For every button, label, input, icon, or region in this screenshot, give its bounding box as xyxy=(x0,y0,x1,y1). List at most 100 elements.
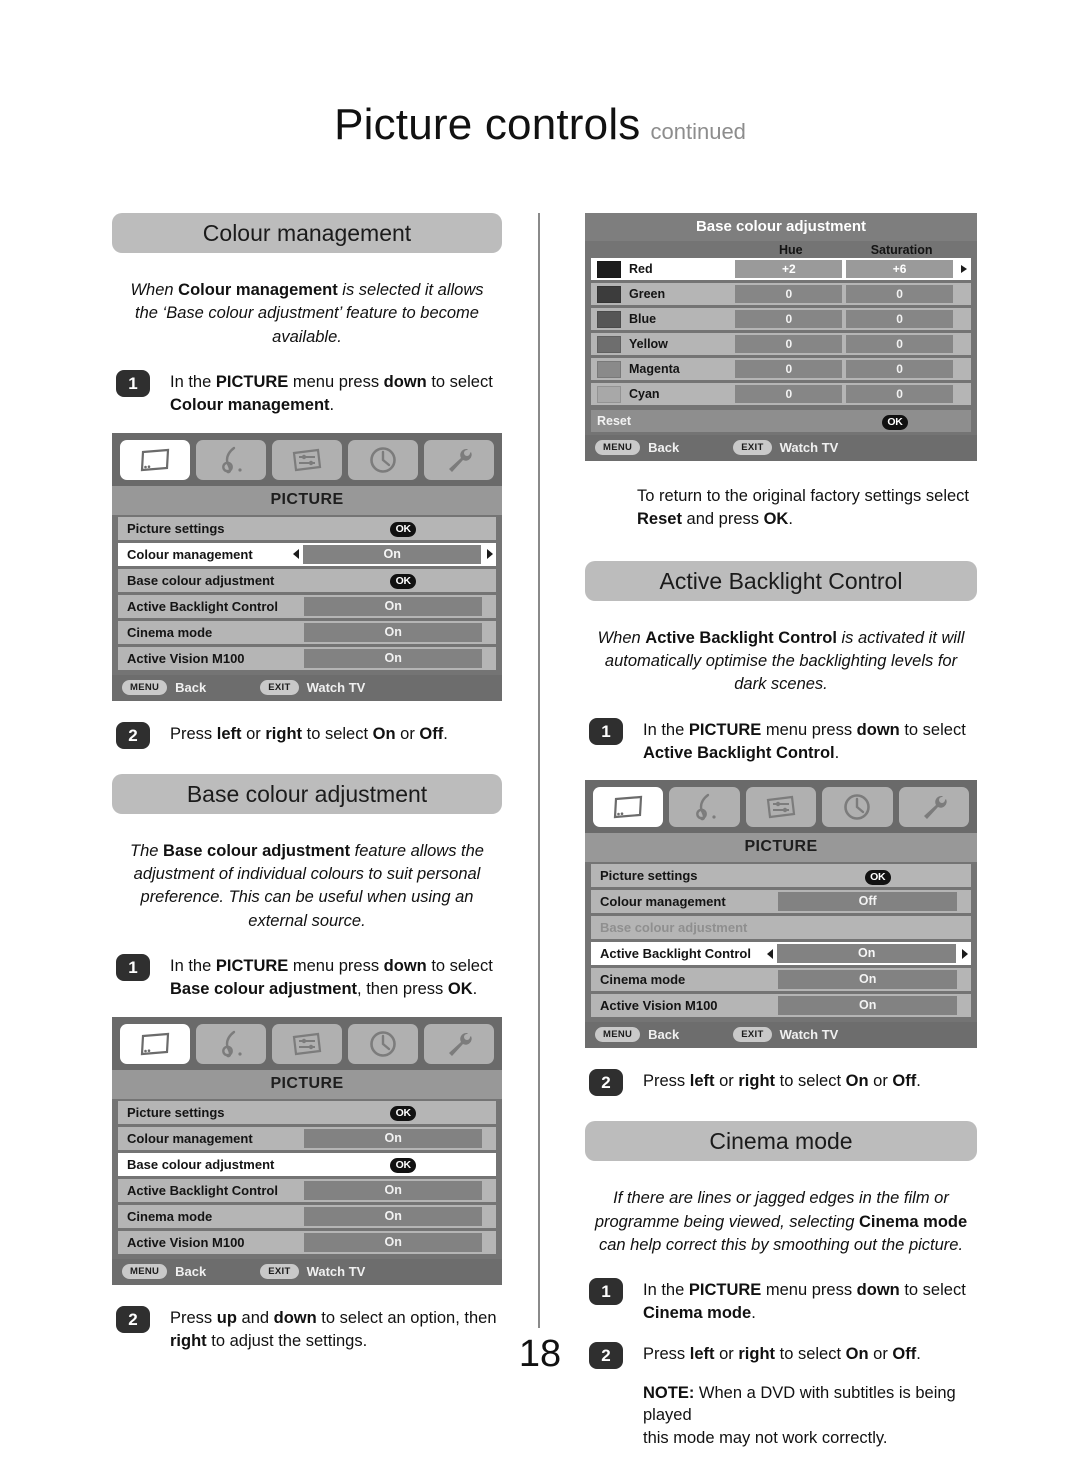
step-text: In the PICTURE menu press down to select… xyxy=(643,1281,966,1323)
sound-icon[interactable] xyxy=(669,787,740,828)
osd-row-label: Cinema mode xyxy=(600,972,686,988)
clock-icon[interactable] xyxy=(822,787,893,828)
osd-row-value: On xyxy=(778,970,957,990)
osd-row-active-vision-m100[interactable]: Active Vision M100 On xyxy=(118,646,496,670)
osd-picture-menu-base-colour-adjustment[interactable]: PICTURE Picture settings OK Colour manag… xyxy=(112,1016,502,1285)
bca-reset-ok[interactable]: OK xyxy=(819,412,971,430)
bca-row-yellow[interactable]: Yellow 0 0 xyxy=(591,333,971,355)
step-active-backlight-1: 1 In the PICTURE menu press down to sele… xyxy=(585,717,977,765)
step-colour-management-2: 2 Press left or right to select On or Of… xyxy=(112,721,502,749)
osd-row-label: Base colour adjustment xyxy=(127,1156,275,1172)
step-text: In the PICTURE menu press down to select… xyxy=(170,957,493,999)
menu-key[interactable]: MENU xyxy=(122,1263,168,1279)
chevron-right-icon[interactable] xyxy=(487,549,493,560)
bca-reset-row[interactable]: Reset OK xyxy=(591,410,971,432)
clock-icon[interactable] xyxy=(348,439,418,480)
step-text: Press left or right to select On or Off. xyxy=(170,724,448,743)
osd-row-base-colour-adjustment[interactable]: Base colour adjustment OK xyxy=(118,568,496,592)
step-cinema-mode-1: 1 In the PICTURE menu press down to sele… xyxy=(585,1278,977,1325)
menu-key-action: Back xyxy=(648,1027,680,1043)
base-colour-adjustment-intro: The Base colour adjustment feature allow… xyxy=(130,841,484,930)
picture-icon[interactable] xyxy=(593,787,664,828)
menu-key-action: Back xyxy=(175,1263,207,1279)
bca-reset-label: Reset xyxy=(597,414,632,428)
osd-row-label: Base colour adjustment xyxy=(600,920,748,936)
osd-row-cinema-mode[interactable]: Cinema mode On xyxy=(118,1204,496,1228)
bca-row-name: Blue xyxy=(629,312,657,326)
picture-icon[interactable] xyxy=(120,439,190,480)
osd-row-ok[interactable]: OK xyxy=(314,519,492,538)
bca-hue-value: 0 xyxy=(735,335,843,353)
bca-row-magenta[interactable]: Magenta 0 0 xyxy=(591,358,971,380)
osd-row-base-colour-adjustment[interactable]: Base colour adjustment OK xyxy=(118,1152,496,1176)
section-header-base-colour-adjustment: Base colour adjustment xyxy=(112,773,502,814)
bca-row-red[interactable]: Red +2 +6 xyxy=(591,258,971,280)
osd-row-picture-settings[interactable]: Picture settings OK xyxy=(118,1100,496,1124)
setup-icon[interactable] xyxy=(424,1023,494,1064)
osd-row-colour-management[interactable]: Colour management Off xyxy=(591,890,971,914)
osd-row-colour-management[interactable]: Colour management On xyxy=(118,542,496,566)
osd-row-active-vision-m100[interactable]: Active Vision M100 On xyxy=(591,994,971,1018)
osd-row-colour-management[interactable]: Colour management On xyxy=(118,1126,496,1150)
osd-picture-menu-colour-management[interactable]: PICTURE Picture settings OK Colour manag… xyxy=(112,432,502,701)
bca-row-blue[interactable]: Blue 0 0 xyxy=(591,308,971,330)
right-column: Base colour adjustment Hue Saturation Re… xyxy=(585,213,977,1450)
osd-row-label: Colour management xyxy=(127,546,253,562)
setup-icon[interactable] xyxy=(898,787,970,828)
osd-row-value: Off xyxy=(778,892,957,912)
osd-row-ok[interactable]: OK xyxy=(314,1103,492,1122)
sound-icon[interactable] xyxy=(196,1023,266,1064)
preferences-icon[interactable] xyxy=(272,1023,342,1064)
preferences-icon[interactable] xyxy=(745,787,817,828)
menu-key[interactable]: MENU xyxy=(595,1027,641,1043)
picture-icon[interactable] xyxy=(120,1023,190,1064)
bca-header-blank xyxy=(591,243,735,257)
osd-icon-bar xyxy=(585,780,977,834)
osd-row-value: On xyxy=(303,544,481,564)
exit-key[interactable]: EXIT xyxy=(733,440,772,455)
bca-row-name: Yellow xyxy=(629,337,668,351)
osd-row-cinema-mode[interactable]: Cinema mode On xyxy=(118,620,496,644)
bca-row-cyan[interactable]: Cyan 0 0 xyxy=(591,383,971,405)
osd-row-label: Base colour adjustment xyxy=(127,572,275,588)
menu-key[interactable]: MENU xyxy=(122,679,168,695)
chevron-right-icon[interactable] xyxy=(957,265,971,273)
osd-row-ok[interactable]: OK xyxy=(314,571,492,590)
chevron-right-icon[interactable] xyxy=(962,948,968,959)
osd-row-picture-settings[interactable]: Picture settings OK xyxy=(591,864,971,888)
osd-row-picture-settings[interactable]: Picture settings OK xyxy=(118,516,496,540)
osd-row-ok[interactable]: OK xyxy=(788,867,967,885)
osd-row-cinema-mode[interactable]: Cinema mode On xyxy=(591,968,971,992)
osd-base-colour-adjustment-table[interactable]: Base colour adjustment Hue Saturation Re… xyxy=(585,213,977,461)
bca-saturation-value: 0 xyxy=(846,310,954,328)
colour-management-intro: When Colour management is selected it al… xyxy=(130,281,484,346)
chevron-left-icon[interactable] xyxy=(767,948,774,959)
colour-swatch-yellow xyxy=(597,335,621,353)
column-divider xyxy=(538,213,540,1328)
chevron-left-icon[interactable] xyxy=(293,549,300,560)
exit-key[interactable]: EXIT xyxy=(733,1027,772,1043)
osd-row-active-backlight-control[interactable]: Active Backlight Control On xyxy=(118,1178,496,1202)
exit-key[interactable]: EXIT xyxy=(260,679,299,695)
osd-row-active-vision-m100[interactable]: Active Vision M100 On xyxy=(118,1230,496,1254)
reset-note: To return to the original factory settin… xyxy=(637,487,969,528)
osd-picture-menu-active-backlight[interactable]: PICTURE Picture settings OK Colour manag… xyxy=(585,780,977,1049)
exit-key[interactable]: EXIT xyxy=(260,1263,299,1279)
osd-menu-title: PICTURE xyxy=(112,485,502,515)
osd-footer: MENU Back EXIT Watch TV xyxy=(585,435,977,461)
menu-key[interactable]: MENU xyxy=(595,440,641,455)
cinema-mode-note: NOTE: When a DVD with subtitles is being… xyxy=(643,1383,956,1448)
osd-row-value: On xyxy=(304,1206,482,1226)
osd-row-label: Active Backlight Control xyxy=(127,598,278,614)
setup-icon[interactable] xyxy=(424,439,494,480)
bca-hue-value: 0 xyxy=(735,385,843,403)
bca-row-green[interactable]: Green 0 0 xyxy=(591,283,971,305)
preferences-icon[interactable] xyxy=(272,439,342,480)
clock-icon[interactable] xyxy=(348,1023,418,1064)
step-number: 2 xyxy=(116,1305,150,1333)
osd-row-list: Picture settings OK Colour management On… xyxy=(112,514,502,675)
osd-row-active-backlight-control[interactable]: Active Backlight Control On xyxy=(591,942,971,966)
sound-icon[interactable] xyxy=(196,439,266,480)
osd-row-ok[interactable]: OK xyxy=(314,1155,492,1174)
osd-row-active-backlight-control[interactable]: Active Backlight Control On xyxy=(118,594,496,618)
